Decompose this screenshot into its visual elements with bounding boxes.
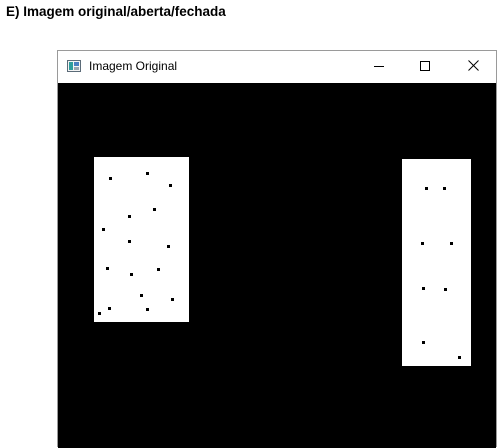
noise-dot: [106, 267, 109, 270]
noise-dot: [140, 294, 143, 297]
noise-dot: [458, 356, 461, 359]
noise-dot: [146, 172, 149, 175]
noise-dot: [153, 208, 156, 211]
image-canvas: [58, 83, 496, 448]
noise-dot: [130, 273, 133, 276]
noise-dot: [171, 298, 174, 301]
noise-dot: [128, 240, 131, 243]
noise-dot: [421, 242, 424, 245]
noise-dot: [422, 287, 425, 290]
noise-dot: [167, 245, 170, 248]
figure-heading: E) Imagem original/aberta/fechada: [6, 4, 226, 19]
maximize-button[interactable]: [402, 51, 448, 82]
close-button[interactable]: [450, 51, 496, 82]
left-rectangle: [94, 157, 189, 322]
noise-dot: [157, 268, 160, 271]
noise-dot: [146, 308, 149, 311]
window-titlebar[interactable]: Imagem Original: [58, 51, 496, 82]
minimize-button[interactable]: [356, 51, 402, 82]
right-rectangle: [402, 159, 471, 366]
noise-dot: [422, 341, 425, 344]
window-title: Imagem Original: [89, 59, 178, 73]
noise-dot: [108, 307, 111, 310]
image-app-icon: [67, 59, 81, 72]
noise-dot: [98, 312, 101, 315]
noise-dot: [169, 184, 172, 187]
noise-dot: [128, 215, 131, 218]
image-window: Imagem Original: [57, 50, 497, 448]
noise-dot: [109, 177, 112, 180]
close-icon: [467, 58, 479, 76]
maximize-icon: [420, 58, 430, 76]
noise-dot: [443, 187, 446, 190]
noise-dot: [425, 187, 428, 190]
minimize-icon: [374, 58, 384, 76]
noise-dot: [102, 228, 105, 231]
noise-dot: [444, 288, 447, 291]
noise-dot: [450, 242, 453, 245]
